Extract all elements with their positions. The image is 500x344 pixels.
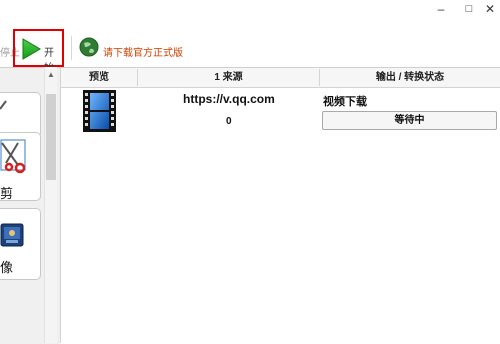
panel-divider	[60, 67, 61, 343]
play-icon	[22, 38, 41, 60]
table-header: 预览 1 来源 输出 / 转换状态	[61, 67, 500, 88]
sidebar-item-label: 像	[0, 260, 14, 275]
waiting-button[interactable]: 等待中	[322, 111, 497, 130]
scroll-up-icon[interactable]: ▲	[45, 69, 57, 81]
sidebar-item-label: 剪	[0, 186, 14, 201]
scissors-icon	[0, 139, 26, 174]
close-button[interactable]: ✕	[480, 0, 500, 18]
output-status: 视频下载	[323, 96, 367, 108]
image-icon	[0, 223, 24, 247]
sidebar-scrollbar[interactable]: ▲	[44, 67, 57, 343]
scroll-thumb[interactable]	[46, 94, 56, 180]
globe-download-icon[interactable]	[79, 37, 99, 57]
film-strip-icon	[83, 90, 116, 132]
download-official-link[interactable]: 请下载官方正式版	[103, 44, 183, 59]
column-header-preview[interactable]: 预览	[61, 68, 137, 87]
toolbar-divider	[71, 36, 72, 60]
maximize-button[interactable]: □	[459, 0, 479, 18]
sidebar-item-cut[interactable]: 剪	[0, 132, 41, 201]
minimize-button[interactable]: –	[431, 0, 451, 18]
column-header-source[interactable]: 1 来源	[138, 68, 319, 87]
toolbar	[0, 30, 500, 67]
partial-tool-icon	[0, 100, 7, 110]
source-count: 0	[226, 116, 232, 127]
start-button[interactable]: 开始	[13, 29, 64, 74]
column-header-output-status[interactable]: 输出 / 转换状态	[320, 68, 500, 87]
sidebar-item-image[interactable]: 像	[0, 208, 41, 280]
source-url: https://v.qq.com	[183, 92, 275, 106]
